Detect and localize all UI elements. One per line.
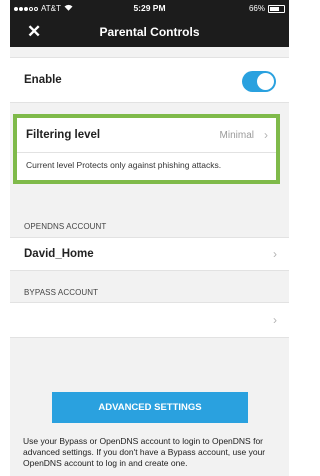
clock: 5:29 PM (133, 3, 166, 13)
filtering-level-value: Minimal (219, 130, 254, 141)
bypass-account-row[interactable]: › (10, 302, 289, 338)
enable-toggle[interactable] (242, 71, 276, 92)
enable-row: Enable (10, 57, 289, 103)
opendns-account-row[interactable]: David_Home › (10, 237, 289, 271)
filtering-level-label: Filtering level (26, 129, 101, 141)
battery-icon (268, 4, 285, 13)
bypass-account-header: BYPASS ACCOUNT (24, 288, 99, 297)
phone-screen: AT&T 5:29 PM 66% ✕ Parental Controls Ena… (10, 0, 289, 476)
opendns-account-header: OPENDNS ACCOUNT (24, 222, 107, 231)
footer-help-text: Use your Bypass or OpenDNS account to lo… (23, 436, 266, 468)
filtering-level-description: Current level Protects only against phis… (26, 160, 222, 170)
chevron-right-icon: › (273, 313, 277, 327)
nav-bar: ✕ Parental Controls (10, 17, 289, 47)
battery-percent: 66% (248, 4, 265, 13)
advanced-settings-button[interactable]: ADVANCED SETTINGS (52, 392, 248, 423)
filtering-level-row[interactable]: Filtering level Minimal › (17, 118, 276, 153)
page-title: Parental Controls (99, 25, 200, 39)
toggle-knob (257, 73, 274, 90)
chevron-right-icon: › (264, 128, 268, 142)
chevron-right-icon: › (273, 247, 277, 261)
filtering-level-section: Filtering level Minimal › Current level … (13, 114, 280, 184)
status-bar: AT&T 5:29 PM 66% (10, 0, 289, 17)
enable-label: Enable (24, 74, 62, 86)
opendns-account-name: David_Home (24, 248, 94, 260)
